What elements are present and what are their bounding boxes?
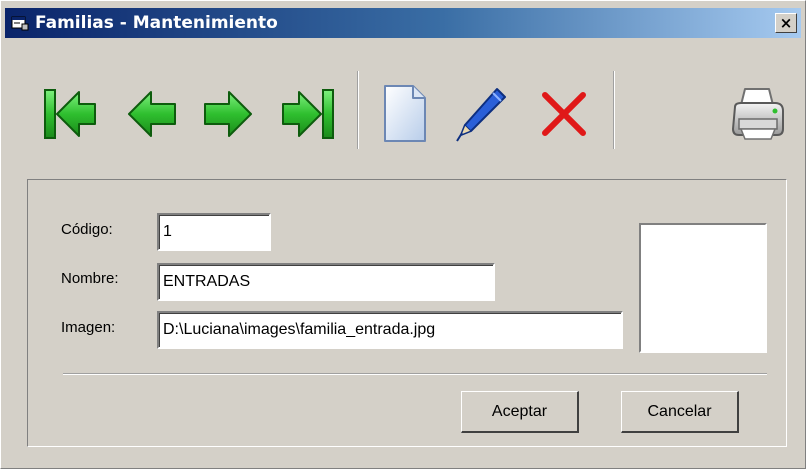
cancel-button-label: Cancelar xyxy=(647,402,712,420)
title-bar[interactable]: Familias - Mantenimiento × xyxy=(5,8,801,38)
window-title: Familias - Mantenimiento xyxy=(35,13,278,33)
first-record-button[interactable] xyxy=(39,83,101,145)
delete-x-icon xyxy=(542,92,586,136)
printer-icon xyxy=(731,88,784,140)
print-button[interactable] xyxy=(727,83,789,145)
app-icon xyxy=(11,15,29,31)
codigo-field[interactable]: 1 xyxy=(157,213,271,251)
close-button[interactable]: × xyxy=(775,13,797,33)
toolbar-separator xyxy=(357,71,359,149)
left-arrow-icon xyxy=(128,91,176,137)
image-preview xyxy=(639,223,767,353)
next-record-button[interactable] xyxy=(197,83,259,145)
familias-window: Familias - Mantenimiento × Código: 1 Nom… xyxy=(0,0,806,469)
imagen-field[interactable]: D:\Luciana\images\familia_entrada.jpg xyxy=(157,311,623,349)
first-arrow-icon xyxy=(44,89,96,139)
last-record-button[interactable] xyxy=(277,83,339,145)
divider xyxy=(63,373,767,375)
nombre-field[interactable]: ENTRADAS xyxy=(157,263,495,301)
accept-button-label: Aceptar xyxy=(491,402,548,420)
edit-record-button[interactable] xyxy=(449,83,511,145)
previous-record-button[interactable] xyxy=(121,83,183,145)
cancel-button[interactable]: Cancelar xyxy=(621,391,739,433)
imagen-label: Imagen: xyxy=(61,319,116,336)
codigo-label: Código: xyxy=(61,221,113,238)
toolbar-separator xyxy=(613,71,615,149)
new-document-icon xyxy=(384,85,426,142)
new-record-button[interactable] xyxy=(373,83,435,145)
pen-icon xyxy=(456,88,506,142)
nombre-label: Nombre: xyxy=(61,270,119,287)
delete-record-button[interactable] xyxy=(533,83,595,145)
right-arrow-icon xyxy=(204,91,252,137)
last-arrow-icon xyxy=(282,89,334,139)
close-icon: × xyxy=(779,14,793,32)
accept-button[interactable]: Aceptar xyxy=(461,391,579,433)
